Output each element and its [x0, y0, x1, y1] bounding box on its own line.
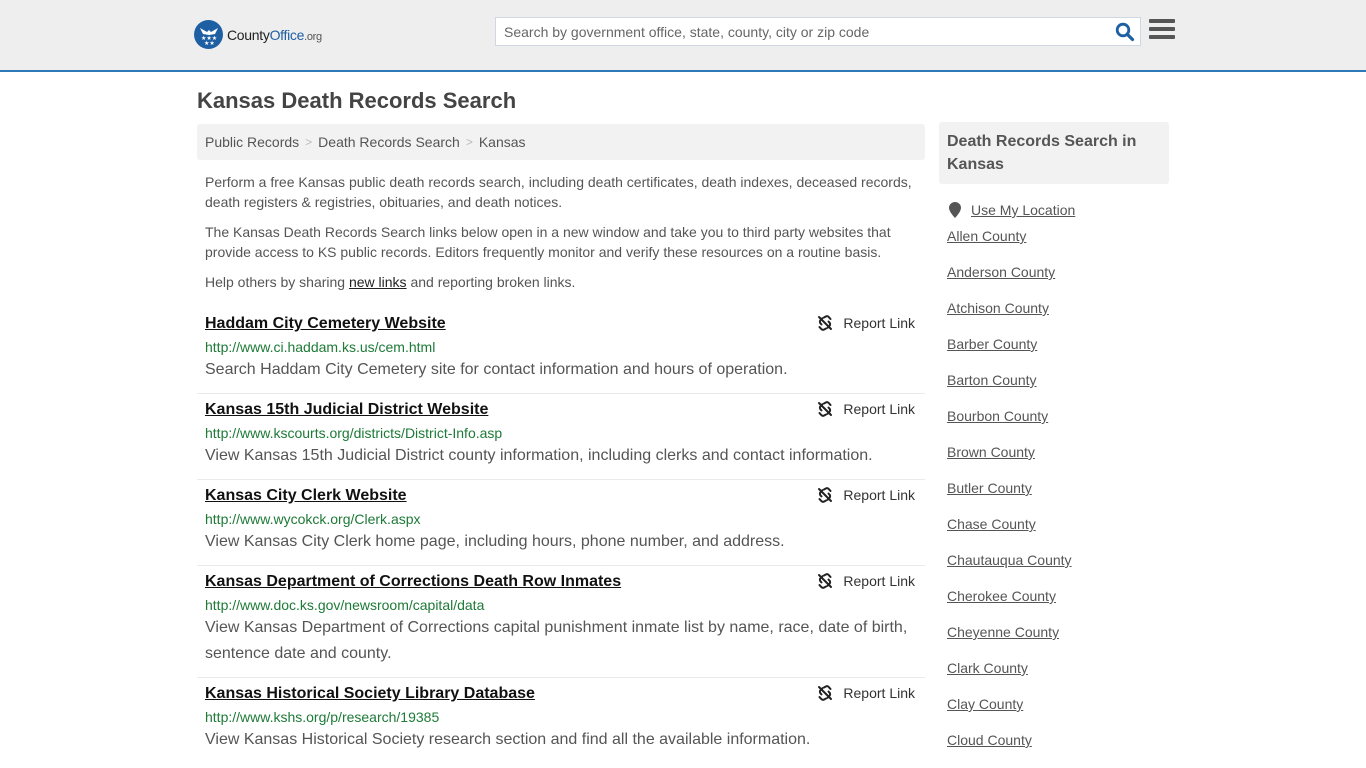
intro-paragraph-1: Perform a free Kansas public death recor… [205, 174, 912, 210]
report-link-label: Report Link [843, 685, 915, 701]
report-link-button[interactable]: Report Link [817, 685, 915, 701]
broken-link-icon [818, 315, 833, 331]
result-description: View Kansas City Clerk home page, includ… [205, 533, 785, 550]
county-link[interactable]: Butler County [947, 480, 1032, 496]
use-my-location[interactable]: Use My Location [939, 202, 1169, 218]
intro-text: Perform a free Kansas public death recor… [197, 172, 925, 292]
result-title-link[interactable]: Kansas Department of Corrections Death R… [205, 571, 621, 593]
county-link[interactable]: Anderson County [947, 264, 1055, 280]
result-description: View Kansas 15th Judicial District count… [205, 447, 873, 464]
breadcrumb-death-records-search[interactable]: Death Records Search [318, 134, 460, 150]
result-url-link[interactable]: http://www.ci.haddam.ks.us/cem.html [205, 337, 917, 357]
breadcrumb-kansas[interactable]: Kansas [479, 134, 526, 150]
search-button[interactable] [1110, 18, 1140, 45]
result-url-link[interactable]: http://www.wycokck.org/Clerk.aspx [205, 509, 917, 529]
county-link[interactable]: Cheyenne County [947, 624, 1059, 640]
intro-paragraph-2: The Kansas Death Records Search links be… [205, 224, 891, 260]
results-list: Haddam City Cemetery Website Report Link… [197, 308, 925, 763]
result-url-link[interactable]: http://www.kscourts.org/districts/Distri… [205, 423, 917, 443]
result-item: Haddam City Cemetery Website Report Link… [197, 308, 925, 394]
result-item: Kansas Historical Society Library Databa… [197, 678, 925, 763]
report-link-button[interactable]: Report Link [817, 315, 915, 331]
result-url-link[interactable]: http://www.kshs.org/p/research/19385 [205, 707, 917, 727]
breadcrumb-public-records[interactable]: Public Records [205, 134, 299, 150]
broken-link-icon [818, 573, 833, 589]
hamburger-menu-icon[interactable] [1149, 19, 1175, 43]
county-link[interactable]: Atchison County [947, 300, 1049, 316]
report-link-label: Report Link [843, 315, 915, 331]
county-list-item: Cherokee County [947, 578, 1169, 614]
broken-link-icon [818, 401, 833, 417]
main-content: Public Records > Death Records Search > … [197, 124, 925, 763]
result-description: View Kansas Department of Corrections ca… [205, 619, 908, 662]
logo-text: CountyOffice.org [227, 26, 322, 43]
county-link[interactable]: Clay County [947, 696, 1023, 712]
breadcrumb-separator: > [465, 135, 473, 149]
report-link-button[interactable]: Report Link [817, 401, 915, 417]
county-link[interactable]: Chase County [947, 516, 1036, 532]
county-link[interactable]: Barton County [947, 372, 1037, 388]
county-list-item: Cheyenne County [947, 614, 1169, 650]
county-list-item: Atchison County [947, 290, 1169, 326]
report-link-button[interactable]: Report Link [817, 487, 915, 503]
result-description: Search Haddam City Cemetery site for con… [205, 361, 788, 378]
svg-text:★★: ★★ [204, 40, 215, 45]
map-pin-icon [949, 202, 961, 218]
county-list-item: Barber County [947, 326, 1169, 362]
county-list-item: Barton County [947, 362, 1169, 398]
breadcrumb-separator: > [305, 135, 313, 149]
eagle-stars-icon: ★★★ ★★ [194, 20, 223, 49]
county-list-item: Brown County [947, 434, 1169, 470]
new-links-link[interactable]: new links [349, 274, 407, 290]
result-title-link[interactable]: Kansas Historical Society Library Databa… [205, 683, 535, 705]
result-title-link[interactable]: Kansas City Clerk Website [205, 485, 407, 507]
county-list-item: Butler County [947, 470, 1169, 506]
county-list-item: Anderson County [947, 254, 1169, 290]
use-my-location-link[interactable]: Use My Location [971, 202, 1075, 218]
county-link[interactable]: Cherokee County [947, 588, 1056, 604]
search-input[interactable] [496, 18, 1110, 45]
county-link[interactable]: Barber County [947, 336, 1037, 352]
page-title: Kansas Death Records Search [197, 88, 517, 113]
county-list-item: Chautauqua County [947, 542, 1169, 578]
county-link[interactable]: Brown County [947, 444, 1035, 460]
broken-link-icon [818, 685, 833, 701]
site-header: ★★★ ★★ CountyOffice.org [0, 0, 1366, 72]
breadcrumb: Public Records > Death Records Search > … [197, 124, 925, 160]
result-url-link[interactable]: http://www.doc.ks.gov/newsroom/capital/d… [205, 595, 917, 615]
site-logo[interactable]: ★★★ ★★ CountyOffice.org [194, 20, 322, 49]
sidebar-title: Death Records Search in Kansas [939, 122, 1169, 184]
report-link-label: Report Link [843, 401, 915, 417]
county-link[interactable]: Bourbon County [947, 408, 1048, 424]
intro-paragraph-3: Help others by sharing new links and rep… [205, 274, 576, 290]
result-item: Kansas City Clerk Website Report Link ht… [197, 480, 925, 566]
county-list-item: Clark County [947, 650, 1169, 686]
result-item: Kansas Department of Corrections Death R… [197, 566, 925, 678]
sidebar: Death Records Search in Kansas Use My Lo… [939, 122, 1169, 758]
county-link[interactable]: Clark County [947, 660, 1028, 676]
report-link-label: Report Link [843, 487, 915, 503]
result-title-link[interactable]: Kansas 15th Judicial District Website [205, 399, 488, 421]
county-link[interactable]: Cloud County [947, 732, 1032, 748]
report-link-button[interactable]: Report Link [817, 573, 915, 589]
broken-link-icon [818, 487, 833, 503]
report-link-label: Report Link [843, 573, 915, 589]
county-list: Allen County Anderson County Atchison Coun… [939, 218, 1169, 758]
county-link[interactable]: Chautauqua County [947, 552, 1072, 568]
result-title-link[interactable]: Haddam City Cemetery Website [205, 313, 446, 335]
result-item: Kansas 15th Judicial District Website Re… [197, 394, 925, 480]
county-list-item: Cloud County [947, 722, 1169, 758]
search-bar [495, 17, 1141, 46]
result-description: View Kansas Historical Society research … [205, 731, 811, 748]
county-list-item: Chase County [947, 506, 1169, 542]
county-list-item: Clay County [947, 686, 1169, 722]
county-link[interactable]: Allen County [947, 228, 1026, 244]
search-icon [1115, 22, 1135, 41]
county-list-item: Bourbon County [947, 398, 1169, 434]
county-list-item: Allen County [947, 218, 1169, 254]
